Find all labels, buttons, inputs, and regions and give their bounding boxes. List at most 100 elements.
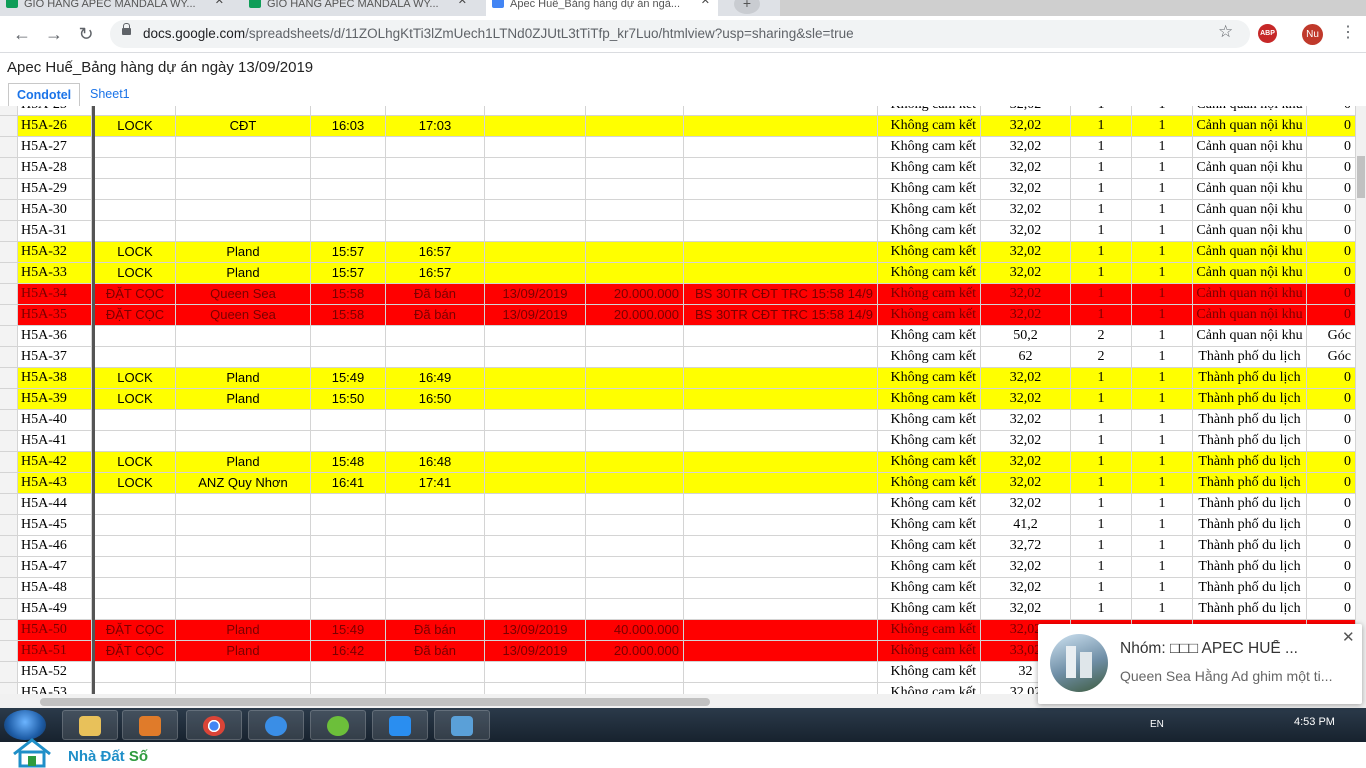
table-cell[interactable] [586, 326, 684, 347]
row-header[interactable] [0, 599, 18, 620]
table-cell[interactable]: H5A-33 [18, 263, 92, 284]
table-cell[interactable]: 1 [1071, 557, 1132, 578]
table-cell[interactable]: Thành phố du lịch [1193, 536, 1307, 557]
table-cell[interactable]: Không cam kết [878, 368, 981, 389]
table-cell[interactable] [311, 158, 386, 179]
table-cell[interactable]: Cảnh quan nội khu [1193, 158, 1307, 179]
table-cell[interactable] [311, 494, 386, 515]
table-cell[interactable]: Không cam kết [878, 106, 981, 116]
table-cell[interactable]: H5A-28 [18, 158, 92, 179]
table-cell[interactable]: Không cam kết [878, 158, 981, 179]
table-cell[interactable] [176, 494, 311, 515]
table-cell[interactable]: ĐẶT CỌC [95, 305, 176, 326]
table-cell[interactable]: H5A-47 [18, 557, 92, 578]
row-header[interactable] [0, 305, 18, 326]
table-cell[interactable]: 15:50 [311, 389, 386, 410]
table-cell[interactable] [684, 106, 878, 116]
back-icon[interactable]: ← [10, 22, 34, 46]
table-cell[interactable] [586, 683, 684, 694]
table-cell[interactable]: H5A-36 [18, 326, 92, 347]
table-cell[interactable] [95, 599, 176, 620]
table-cell[interactable]: 0 [1307, 557, 1356, 578]
table-cell[interactable]: Không cam kết [878, 221, 981, 242]
table-cell[interactable]: 32,02 [981, 106, 1071, 116]
table-cell[interactable]: 1 [1132, 116, 1193, 137]
table-cell[interactable]: 0 [1307, 106, 1356, 116]
table-cell[interactable] [386, 662, 485, 683]
table-cell[interactable]: Pland [176, 620, 311, 641]
table-cell[interactable]: H5A-25 [18, 106, 92, 116]
table-cell[interactable] [485, 158, 586, 179]
table-cell[interactable]: 32,02 [981, 431, 1071, 452]
table-cell[interactable]: 1 [1132, 263, 1193, 284]
table-cell[interactable]: LOCK [95, 473, 176, 494]
table-cell[interactable] [311, 326, 386, 347]
table-cell[interactable]: 1 [1132, 200, 1193, 221]
table-cell[interactable] [485, 106, 586, 116]
file-explorer-icon[interactable] [62, 710, 118, 740]
table-cell[interactable] [684, 536, 878, 557]
table-cell[interactable] [386, 410, 485, 431]
table-cell[interactable]: 1 [1071, 473, 1132, 494]
table-cell[interactable]: 0 [1307, 221, 1356, 242]
table-cell[interactable] [95, 106, 176, 116]
table-cell[interactable] [311, 431, 386, 452]
table-cell[interactable] [95, 347, 176, 368]
table-cell[interactable] [485, 347, 586, 368]
row-header[interactable] [0, 515, 18, 536]
table-cell[interactable]: 1 [1071, 305, 1132, 326]
table-cell[interactable] [586, 347, 684, 368]
table-cell[interactable]: Không cam kết [878, 431, 981, 452]
table-cell[interactable]: H5A-39 [18, 389, 92, 410]
table-cell[interactable]: LOCK [95, 368, 176, 389]
table-cell[interactable] [176, 137, 311, 158]
table-cell[interactable]: 2 [1071, 347, 1132, 368]
table-cell[interactable]: Thành phố du lịch [1193, 431, 1307, 452]
table-cell[interactable] [586, 599, 684, 620]
table-cell[interactable]: 0 [1307, 284, 1356, 305]
row-header[interactable] [0, 557, 18, 578]
table-cell[interactable]: H5A-46 [18, 536, 92, 557]
table-cell[interactable]: 15:48 [311, 452, 386, 473]
table-cell[interactable] [311, 347, 386, 368]
table-cell[interactable]: H5A-31 [18, 221, 92, 242]
table-cell[interactable]: Không cam kết [878, 326, 981, 347]
table-cell[interactable]: H5A-49 [18, 599, 92, 620]
row-header[interactable] [0, 179, 18, 200]
table-cell[interactable]: Không cam kết [878, 620, 981, 641]
bookmark-star-icon[interactable]: ☆ [1218, 22, 1233, 42]
table-cell[interactable]: Pland [176, 389, 311, 410]
table-cell[interactable]: 1 [1071, 599, 1132, 620]
table-cell[interactable]: 0 [1307, 389, 1356, 410]
table-cell[interactable] [485, 179, 586, 200]
table-cell[interactable] [485, 368, 586, 389]
table-cell[interactable]: 1 [1071, 494, 1132, 515]
table-cell[interactable]: Không cam kết [878, 578, 981, 599]
table-cell[interactable] [176, 410, 311, 431]
table-cell[interactable] [386, 326, 485, 347]
table-cell[interactable] [684, 494, 878, 515]
table-cell[interactable] [485, 242, 586, 263]
row-header[interactable] [0, 242, 18, 263]
table-cell[interactable]: Không cam kết [878, 116, 981, 137]
table-cell[interactable] [586, 557, 684, 578]
table-cell[interactable] [95, 515, 176, 536]
table-cell[interactable]: 20.000.000 [586, 305, 684, 326]
table-cell[interactable] [586, 368, 684, 389]
row-header[interactable] [0, 200, 18, 221]
table-cell[interactable]: Góc [1307, 326, 1356, 347]
table-cell[interactable]: 1 [1071, 284, 1132, 305]
table-cell[interactable]: Không cam kết [878, 410, 981, 431]
table-cell[interactable] [386, 158, 485, 179]
table-cell[interactable] [311, 106, 386, 116]
table-cell[interactable]: 1 [1132, 431, 1193, 452]
table-cell[interactable]: Pland [176, 452, 311, 473]
table-cell[interactable] [311, 200, 386, 221]
table-cell[interactable] [176, 683, 311, 694]
table-cell[interactable]: Pland [176, 242, 311, 263]
table-cell[interactable] [586, 221, 684, 242]
vertical-scrollbar[interactable] [1356, 106, 1366, 694]
table-cell[interactable] [176, 557, 311, 578]
table-cell[interactable] [176, 536, 311, 557]
table-cell[interactable]: 1 [1071, 410, 1132, 431]
